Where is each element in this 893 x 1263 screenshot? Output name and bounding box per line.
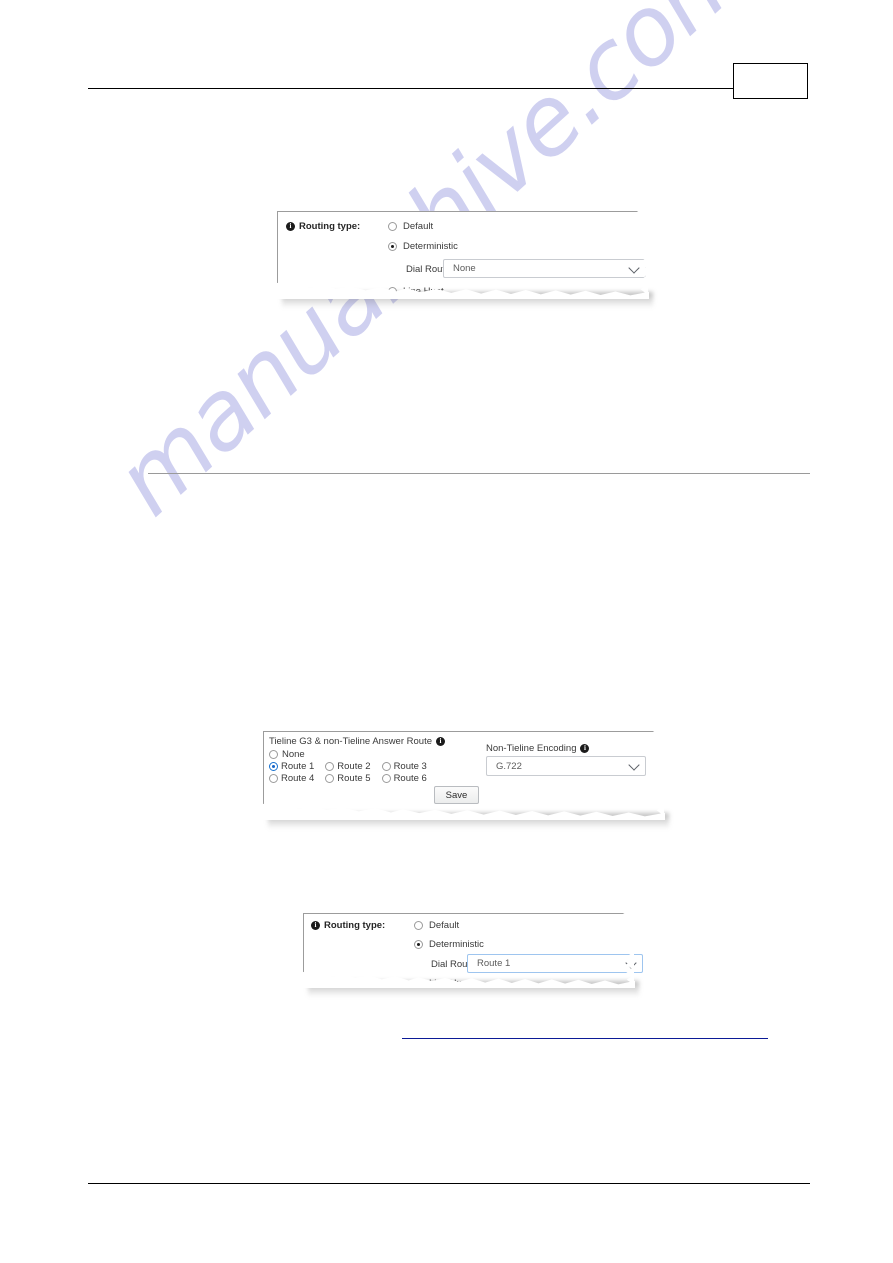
info-icon[interactable]: i: [580, 744, 590, 753]
radio-option-route-3[interactable]: Route 3: [381, 761, 427, 772]
dial-route-select[interactable]: Route 1: [467, 954, 643, 973]
chevron-down-icon[interactable]: [625, 956, 637, 969]
answer-route-radio-row-1: Route 1 Route 2 Route 3: [269, 761, 434, 772]
radio-route-2-icon[interactable]: [325, 762, 335, 771]
tear-shadow: [308, 981, 639, 997]
radio-default-label: Default: [429, 920, 460, 931]
radio-option-deterministic[interactable]: Deterministic: [414, 939, 484, 950]
radio-option-route-5[interactable]: Route 5: [325, 773, 371, 784]
screenshot-routing-type-none: i Routing type: Default Deterministic Di…: [276, 211, 653, 308]
header-rule: [88, 88, 771, 89]
radio-route-3-icon[interactable]: [381, 762, 391, 771]
answer-route-title-group: Tieline G3 & non-Tieline Answer Route i: [269, 736, 445, 747]
radio-option-line-hunt[interactable]: Line Hunt: [388, 286, 444, 297]
dial-route-value: Route 1: [477, 958, 511, 969]
radio-option-route-6[interactable]: Route 6: [381, 773, 427, 784]
radio-route-1-icon[interactable]: [269, 762, 278, 771]
section-divider-rule: [148, 473, 810, 474]
radio-route-6-label: Route 6: [393, 773, 427, 784]
screenshot-answer-route: Tieline G3 & non-Tieline Answer Route i …: [262, 731, 669, 829]
torn-edge-bottom: [276, 282, 649, 299]
cross-reference-link[interactable]: [402, 1038, 768, 1039]
routing-type-label: Routing type:: [299, 221, 361, 232]
radio-none-label: None: [282, 749, 305, 760]
tear-shadow: [282, 292, 653, 308]
radio-line-hunt-label: Line Hunt: [403, 286, 444, 297]
radio-route-3-label: Route 3: [393, 761, 427, 772]
routing-type-label-group: i Routing type:: [311, 920, 385, 931]
encoding-label: Non-Tieline Encoding: [486, 743, 577, 754]
radio-option-line-hunt[interactable]: Line Hunt: [414, 978, 470, 989]
encoding-label-group: Non-Tieline Encoding i: [486, 743, 590, 754]
radio-line-hunt-label: Line Hunt: [429, 978, 470, 989]
radio-option-route-2[interactable]: Route 2: [325, 761, 371, 772]
dial-route-select[interactable]: None: [443, 259, 646, 278]
radio-line-hunt-icon[interactable]: [414, 979, 423, 988]
save-button[interactable]: Save: [434, 786, 479, 804]
answer-route-title: Tieline G3 & non-Tieline Answer Route: [269, 736, 432, 747]
torn-edge-right: [652, 731, 664, 820]
radio-none-icon[interactable]: [269, 750, 278, 759]
footer-rule: [88, 1183, 810, 1184]
info-icon[interactable]: i: [286, 222, 295, 231]
radio-option-default[interactable]: Default: [414, 920, 459, 931]
radio-option-deterministic[interactable]: Deterministic: [388, 241, 458, 252]
manual-page: manualshive.com i Routing type: Default …: [0, 0, 893, 1263]
encoding-select[interactable]: G.722: [486, 756, 646, 776]
radio-route-6-icon[interactable]: [381, 774, 391, 783]
answer-route-radio-row-2: Route 4 Route 5 Route 6: [269, 773, 434, 784]
radio-route-4-icon[interactable]: [269, 774, 278, 783]
radio-default-icon[interactable]: [388, 222, 397, 231]
radio-deterministic-icon[interactable]: [388, 242, 397, 251]
screenshot-routing-type-route1: i Routing type: Default Deterministic Di…: [302, 913, 643, 997]
chevron-down-icon[interactable]: [628, 759, 640, 771]
routing-type-label: Routing type:: [324, 920, 386, 931]
radio-line-hunt-icon[interactable]: [388, 287, 397, 296]
torn-edge-right: [636, 211, 648, 299]
radio-deterministic-icon[interactable]: [414, 940, 423, 949]
radio-option-route-1[interactable]: Route 1: [269, 761, 314, 772]
tear-shadow: [268, 813, 669, 829]
radio-default-icon[interactable]: [414, 921, 423, 930]
radio-option-route-4[interactable]: Route 4: [269, 773, 314, 784]
radio-route-5-label: Route 5: [337, 773, 371, 784]
dial-route-value: None: [453, 263, 476, 274]
routing-type-label-group: i Routing type:: [286, 221, 360, 232]
torn-edge-right: [622, 913, 634, 988]
info-icon[interactable]: i: [311, 921, 320, 930]
torn-edge-bottom: [262, 803, 665, 820]
radio-default-label: Default: [403, 221, 434, 232]
radio-option-default[interactable]: Default: [388, 221, 433, 232]
info-icon[interactable]: i: [436, 737, 445, 746]
radio-route-1-label: Route 1: [281, 761, 315, 772]
chevron-down-icon[interactable]: [628, 261, 640, 274]
radio-route-4-label: Route 4: [281, 773, 315, 784]
radio-deterministic-label: Deterministic: [403, 241, 458, 252]
page-number-box: [733, 63, 808, 99]
radio-deterministic-label: Deterministic: [429, 939, 484, 950]
radio-route-2-label: Route 2: [337, 761, 371, 772]
radio-route-5-icon[interactable]: [325, 774, 335, 783]
encoding-value: G.722: [496, 760, 522, 772]
radio-option-none[interactable]: None: [269, 749, 305, 760]
